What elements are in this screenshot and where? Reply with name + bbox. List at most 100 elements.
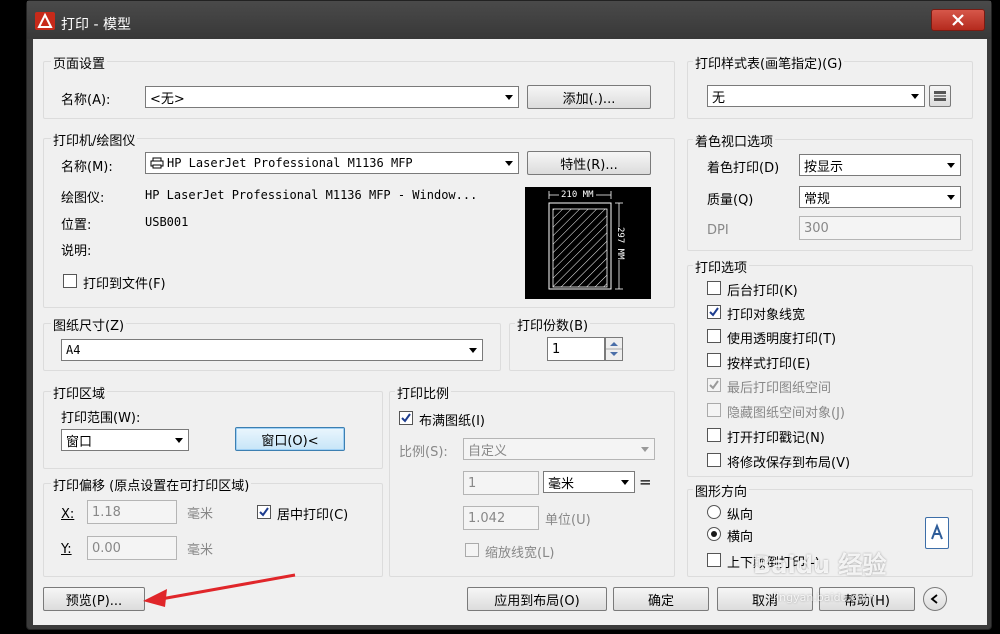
dpi-input[interactable]: 300 xyxy=(799,216,961,240)
offset-x-label: X: xyxy=(61,507,75,522)
printer-icon xyxy=(150,157,164,169)
offset-y-unit: 毫米 xyxy=(187,543,214,558)
page-setup-name-value: <无> xyxy=(150,91,185,107)
checkmark-icon xyxy=(259,507,269,517)
plot-paperspace-last-checkbox[interactable] xyxy=(707,378,721,392)
paper-size-select[interactable]: A4 xyxy=(61,339,483,361)
offset-x-input[interactable]: 1.18 xyxy=(87,500,177,524)
scale-value2-input[interactable]: 1.042 xyxy=(463,506,539,530)
printer-name-label: 名称(M): xyxy=(61,160,113,175)
plot-transparency-checkbox[interactable] xyxy=(707,329,721,343)
upside-down-checkbox[interactable] xyxy=(707,553,721,567)
radio-dot xyxy=(711,531,717,537)
page-setup-name-select[interactable]: <无> xyxy=(145,86,519,108)
landscape-radio[interactable] xyxy=(707,527,721,541)
scale-unit-value: 毫米 xyxy=(548,476,575,492)
watermark-logo: Baidu 经验 xyxy=(753,551,887,579)
chevron-down-icon xyxy=(469,348,477,353)
copies-spinner[interactable] xyxy=(605,337,623,361)
scale-value1-input[interactable]: 1 xyxy=(463,471,539,495)
plot-area-title: 打印区域 xyxy=(51,383,108,402)
ok-button[interactable]: 确定 xyxy=(613,587,709,611)
plot-lineweights-checkbox[interactable] xyxy=(707,305,721,319)
window-title: 打印 - 模型 xyxy=(61,17,131,33)
copies-title: 打印份数(B) xyxy=(515,315,591,334)
chevron-down-icon xyxy=(947,163,955,168)
plot-style-edit-button[interactable] xyxy=(929,85,951,107)
shade-plot-label: 着色打印(D) xyxy=(707,161,780,176)
chevron-down-icon xyxy=(175,438,183,443)
description-label: 说明: xyxy=(61,244,92,259)
autocad-app-icon xyxy=(35,12,55,30)
chevron-down-icon xyxy=(621,480,629,485)
red-arrow-annotation xyxy=(143,573,296,607)
spinner-arrows-icon xyxy=(606,342,622,356)
hide-paperspace-objects-checkbox[interactable] xyxy=(707,403,721,417)
chevron-down-icon xyxy=(947,195,955,200)
scale-lineweights-label: 缩放线宽(L) xyxy=(485,546,555,561)
close-button[interactable] xyxy=(931,9,985,31)
save-changes-to-layout-checkbox[interactable] xyxy=(707,453,721,467)
plot-options-title: 打印选项 xyxy=(693,257,750,276)
dpi-label: DPI xyxy=(707,223,729,238)
copies-input[interactable]: 1 xyxy=(547,337,605,361)
center-plot-checkbox[interactable] xyxy=(257,505,271,519)
paper-preview-graphic xyxy=(548,191,623,290)
fit-to-paper-checkbox[interactable] xyxy=(399,411,413,425)
chevron-down-icon xyxy=(505,161,513,166)
preview-width-label: 210 MM xyxy=(559,190,596,200)
paper-preview: 210 MM 297 MM xyxy=(525,187,651,299)
dpi-value: 300 xyxy=(804,220,829,236)
offset-y-input[interactable]: 0.00 xyxy=(87,536,177,560)
option-label: 后台打印(K) xyxy=(727,284,798,299)
apply-to-layout-button[interactable]: 应用到布局(O) xyxy=(467,587,607,611)
checkmark-icon xyxy=(709,307,719,317)
shaded-viewport-title: 着色视口选项 xyxy=(693,131,776,150)
preview-button[interactable]: 预览(P)... xyxy=(43,587,145,611)
print-to-file-checkbox[interactable] xyxy=(63,274,77,288)
printer-properties-button[interactable]: 特性(R)... xyxy=(527,151,651,175)
collapse-options-button[interactable] xyxy=(923,587,947,611)
fit-to-paper-label: 布满图纸(I) xyxy=(419,414,485,429)
offset-y-value: 0.00 xyxy=(92,540,121,556)
page-setup-name-label: 名称(A): xyxy=(61,93,111,108)
portrait-radio[interactable] xyxy=(707,505,721,519)
orientation-title: 图形方向 xyxy=(693,481,750,500)
quality-select[interactable]: 常规 xyxy=(799,186,961,208)
option-label: 打印对象线宽 xyxy=(727,308,806,323)
option-label: 将修改保存到布局(V) xyxy=(727,456,851,471)
portrait-label: 纵向 xyxy=(727,508,754,523)
scale-value1: 1 xyxy=(468,475,477,491)
window-select-button[interactable]: 窗口(O)< xyxy=(235,427,345,451)
scale-unit-select[interactable]: 毫米 xyxy=(543,471,635,493)
preview-height-label: 297 MM xyxy=(615,227,625,260)
landscape-label: 横向 xyxy=(727,530,754,545)
close-icon xyxy=(952,14,964,26)
option-label: 最后打印图纸空间 xyxy=(727,381,832,396)
scale-label: 比例(S): xyxy=(399,445,448,460)
option-label: 隐藏图纸空间对象(J) xyxy=(727,406,845,421)
option-label: 使用透明度打印(T) xyxy=(727,332,837,347)
scale-equals: = xyxy=(639,473,652,491)
watermark-url: jingyan.baidu.com xyxy=(773,591,875,604)
plot-style-select[interactable]: 无 xyxy=(707,85,925,107)
plot-range-value: 窗口 xyxy=(66,434,93,450)
scale-value: 自定义 xyxy=(468,443,508,459)
page-setup-add-button[interactable]: 添加(.)... xyxy=(527,85,651,109)
location-label: 位置: xyxy=(61,218,92,233)
shade-plot-select[interactable]: 按显示 xyxy=(799,154,961,176)
center-plot-label: 居中打印(C) xyxy=(277,508,349,523)
checkmark-icon xyxy=(709,380,719,390)
paper-size-title: 图纸尺寸(Z) xyxy=(51,315,127,334)
paper-size-value: A4 xyxy=(66,343,81,357)
plot-range-select[interactable]: 窗口 xyxy=(61,429,189,451)
plot-style-title: 打印样式表(画笔指定)(G) xyxy=(693,53,845,72)
offset-y-label: Y: xyxy=(61,542,72,557)
scale-lineweights-checkbox[interactable] xyxy=(465,543,479,557)
plot-with-styles-checkbox[interactable] xyxy=(707,353,721,367)
plot-stamp-checkbox[interactable] xyxy=(707,428,721,442)
printer-name-select[interactable]: HP LaserJet Professional M1136 MFP xyxy=(145,152,519,174)
plotter-label: 绘图仪: xyxy=(61,191,105,206)
scale-select[interactable]: 自定义 xyxy=(463,438,655,460)
background-plot-checkbox[interactable] xyxy=(707,281,721,295)
